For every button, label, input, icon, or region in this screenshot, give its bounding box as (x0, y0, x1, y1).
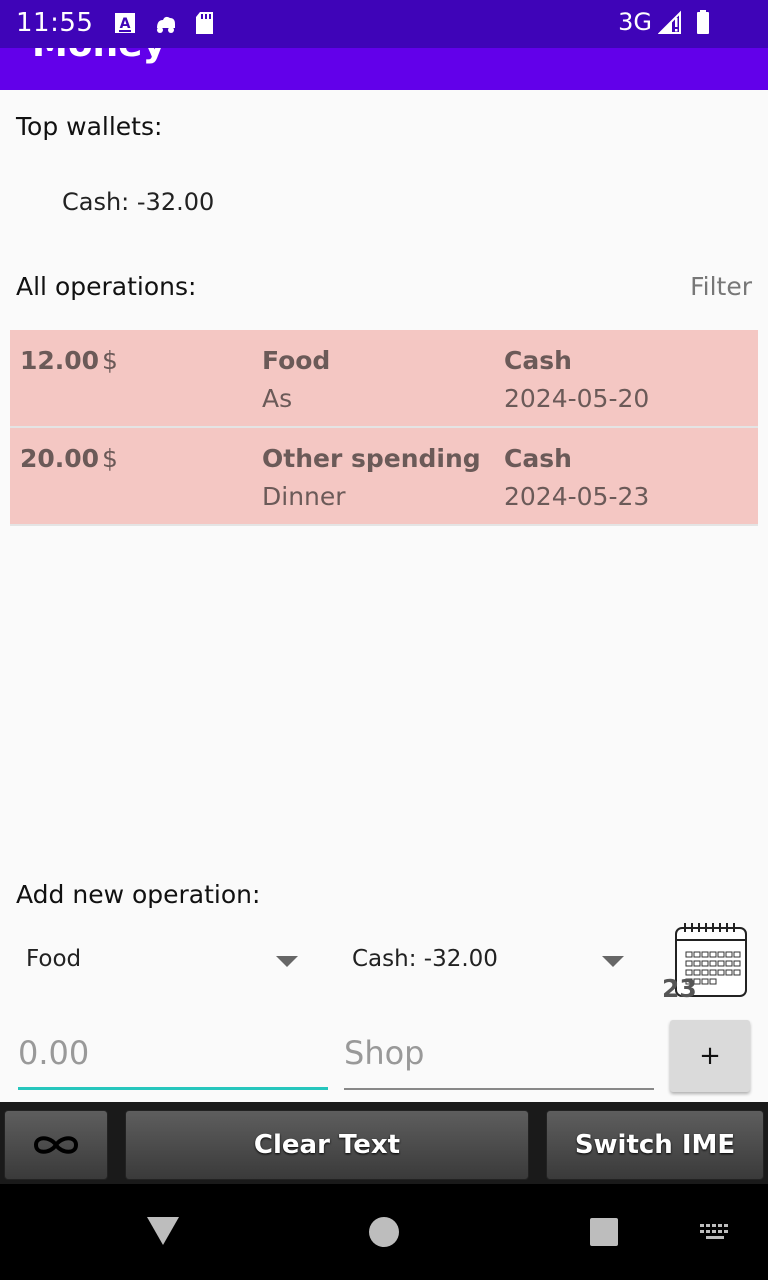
operation-amount: 20.00 (20, 444, 100, 473)
operation-row[interactable]: 20.00 $ Other spending Dinner Cash 2024-… (10, 428, 758, 526)
date-day: 23 (662, 974, 697, 1003)
signal-icon (658, 10, 681, 34)
status-time: 11:55 (16, 8, 94, 38)
keyboard-toolbar: Clear Text Switch IME (0, 1102, 768, 1184)
top-wallets-label: Top wallets: (16, 112, 163, 141)
operation-currency: $ (102, 346, 118, 375)
note-input[interactable]: Shop (344, 1034, 654, 1090)
category-value: Food (26, 946, 82, 972)
infinity-button[interactable] (4, 1110, 108, 1180)
dropdown-icon[interactable] (474, 48, 488, 54)
operation-category: Food (262, 346, 331, 375)
svg-text:A: A (120, 16, 131, 32)
status-bar: 11:55 A 3G (0, 0, 768, 48)
amount-placeholder: 0.00 (18, 1034, 90, 1072)
amount-input[interactable]: 0.00 (18, 1034, 328, 1090)
operation-wallet: Cash (504, 346, 572, 375)
operation-date: 2024-05-20 (504, 384, 650, 413)
chevron-down-icon (602, 956, 624, 967)
keyboard-icon[interactable] (698, 1222, 732, 1242)
status-notification-icons: A (112, 10, 218, 36)
operation-wallet: Cash (504, 444, 572, 473)
operation-amount: 12.00 (20, 346, 100, 375)
overflow-menu-icon[interactable] (716, 48, 730, 54)
operation-note: Dinner (262, 482, 346, 511)
note-underline (344, 1088, 654, 1090)
app-bar: Money (0, 48, 768, 90)
recents-icon[interactable] (589, 1217, 619, 1247)
navigation-bar (0, 1184, 768, 1280)
all-operations-label: All operations: (16, 272, 197, 301)
wallet-item[interactable]: Cash: -32.00 (62, 188, 214, 216)
back-icon[interactable] (146, 1216, 180, 1246)
operation-date: 2024-05-23 (504, 482, 650, 511)
note-placeholder: Shop (344, 1034, 425, 1072)
sd-card-icon (196, 12, 213, 34)
infinity-icon (33, 1136, 79, 1154)
switch-ime-button[interactable]: Switch IME (546, 1110, 764, 1180)
text-a-icon: A (115, 13, 135, 33)
chevron-down-icon (276, 956, 298, 967)
network-type: 3G (618, 8, 652, 36)
app-title: Money (32, 48, 166, 65)
filter-button[interactable]: Filter (690, 272, 752, 301)
add-operation-label: Add new operation: (16, 880, 261, 909)
operations-list: 12.00 $ Food As Cash 2024-05-20 20.00 $ … (10, 330, 758, 526)
battery-icon (697, 10, 709, 34)
operation-category: Other spending (262, 444, 481, 473)
clear-text-button[interactable]: Clear Text (125, 1110, 529, 1180)
operation-row[interactable]: 12.00 $ Food As Cash 2024-05-20 (10, 330, 758, 428)
wallet-value: Cash: -32.00 (352, 946, 498, 972)
amount-underline (18, 1087, 328, 1090)
category-spinner[interactable]: Food (26, 940, 302, 984)
add-operation-button[interactable]: + (670, 1020, 750, 1092)
operation-note: As (262, 384, 293, 413)
status-system-icons: 3G (618, 8, 716, 36)
home-icon[interactable] (368, 1216, 400, 1248)
cloud-car-icon (157, 16, 175, 33)
operation-currency: $ (102, 444, 118, 473)
wallet-spinner[interactable]: Cash: -32.00 (352, 940, 628, 984)
